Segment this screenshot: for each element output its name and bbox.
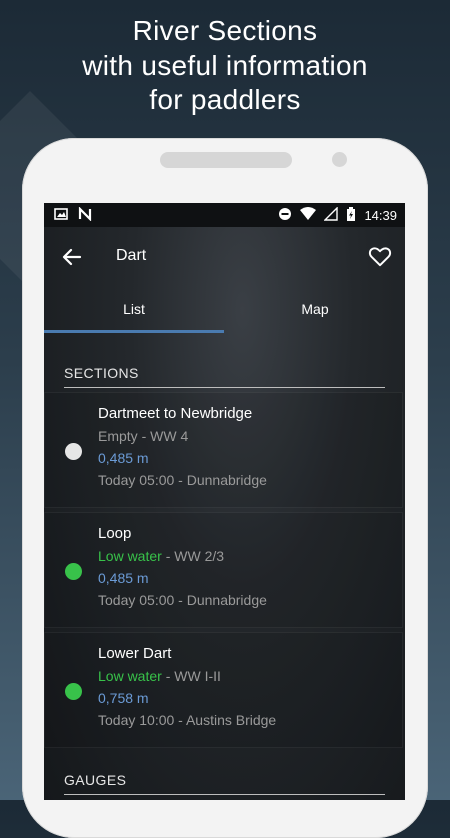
headline-line-1: River Sections <box>132 15 318 46</box>
tab-list[interactable]: List <box>44 285 224 333</box>
active-tab-indicator <box>44 330 224 333</box>
section-state: Low water <box>98 668 162 684</box>
gauges-header: GAUGES <box>64 772 385 795</box>
headline-line-3: for paddlers <box>149 84 301 115</box>
tab-bar: List Map <box>44 285 405 333</box>
section-name: Dartmeet to Newbridge <box>98 405 253 422</box>
status-time: 14:39 <box>364 208 397 223</box>
section-grade: - WW 2/3 <box>161 548 225 564</box>
section-state-line: Low water - WW 2/3 <box>98 548 224 564</box>
section-state: Low water <box>98 548 162 564</box>
status-dot <box>65 563 82 580</box>
image-notification-icon <box>54 207 68 224</box>
section-item-lower-dart[interactable]: Lower Dart Low water - WW I-II 0,758 m T… <box>44 632 403 748</box>
section-item-dartmeet[interactable]: Dartmeet to Newbridge Empty - WW 4 0,485… <box>44 392 403 508</box>
section-level: 0,485 m <box>98 570 149 586</box>
dnd-icon <box>278 207 292 224</box>
section-state-line: Empty - WW 4 <box>98 428 188 444</box>
headline-line-2: with useful information <box>82 49 368 81</box>
tab-map[interactable]: Map <box>225 285 405 333</box>
section-time: Today 05:00 - Dunnabridge <box>98 592 267 608</box>
section-time: Today 05:00 - Dunnabridge <box>98 472 267 488</box>
back-button[interactable] <box>60 245 84 269</box>
promo-headline: River Sections with useful information f… <box>0 14 450 118</box>
phone-speaker <box>160 152 292 168</box>
wifi-icon <box>300 207 317 224</box>
status-dot <box>65 443 82 460</box>
section-grade: - WW 4 <box>137 428 189 444</box>
page-title: Dart <box>116 247 147 264</box>
section-state-line: Low water - WW I-II <box>98 668 221 684</box>
status-bar: 14:39 <box>44 203 405 227</box>
section-time: Today 10:00 - Austins Bridge <box>98 712 277 728</box>
battery-charging-icon <box>346 207 356 224</box>
section-level: 0,758 m <box>98 690 149 706</box>
toolbar: Dart <box>44 227 405 285</box>
section-state: Empty <box>98 428 138 444</box>
heart-icon <box>368 247 392 267</box>
app-screen: 14:39 Dart List Map SECTIONS Dartmeet to… <box>44 203 405 800</box>
section-grade: - WW I-II <box>161 668 221 684</box>
section-level: 0,485 m <box>98 450 149 466</box>
status-dot <box>65 683 82 700</box>
phone-camera <box>332 152 347 167</box>
app-notification-icon <box>78 206 92 224</box>
section-item-loop[interactable]: Loop Low water - WW 2/3 0,485 m Today 05… <box>44 512 403 628</box>
arrow-left-icon <box>62 248 82 266</box>
sections-header: SECTIONS <box>64 365 385 388</box>
signal-icon <box>323 206 339 224</box>
favorite-button[interactable] <box>367 243 393 269</box>
section-name: Loop <box>98 525 132 542</box>
section-name: Lower Dart <box>98 645 172 662</box>
